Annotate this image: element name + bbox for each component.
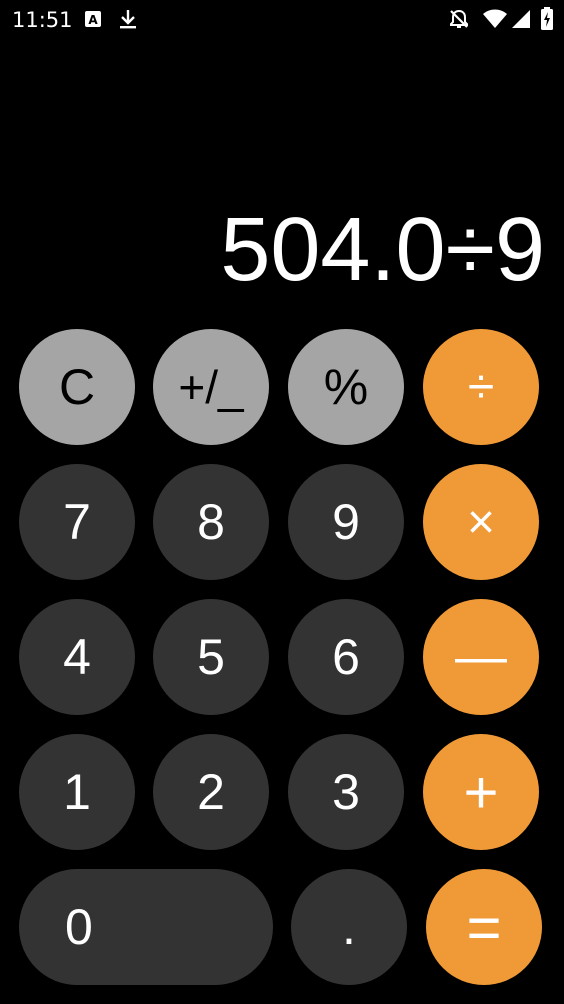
digit-6-button[interactable]: 6 [288,599,404,715]
percent-button[interactable]: % [288,329,404,445]
digit-7-button[interactable]: 7 [19,464,135,580]
digit-0-button[interactable]: 0 [19,869,273,985]
decimal-button[interactable]: . [291,869,407,985]
autofill-icon: A [84,10,102,28]
minus-button[interactable]: — [423,599,539,715]
digit-2-button[interactable]: 2 [153,734,269,850]
cell-signal-icon [511,8,531,30]
status-time: 11:51 [12,8,73,32]
divide-button[interactable]: ÷ [423,329,539,445]
sign-toggle-button[interactable]: +/_ [153,329,269,445]
plus-button[interactable]: + [423,734,539,850]
digit-5-button[interactable]: 5 [153,599,269,715]
digit-3-button[interactable]: 3 [288,734,404,850]
digit-8-button[interactable]: 8 [153,464,269,580]
multiply-button[interactable]: × [423,464,539,580]
digit-9-button[interactable]: 9 [288,464,404,580]
calculator-display: 504.0÷9 [220,200,545,300]
download-icon [117,8,139,30]
battery-charging-icon [540,7,554,31]
digit-4-button[interactable]: 4 [19,599,135,715]
clear-button[interactable]: C [19,329,135,445]
digit-1-button[interactable]: 1 [19,734,135,850]
svg-text:A: A [88,13,98,27]
status-bar: 11:51 A [0,0,564,40]
equals-button[interactable]: = [426,869,542,985]
notifications-off-icon [448,8,470,30]
wifi-icon [482,8,508,30]
